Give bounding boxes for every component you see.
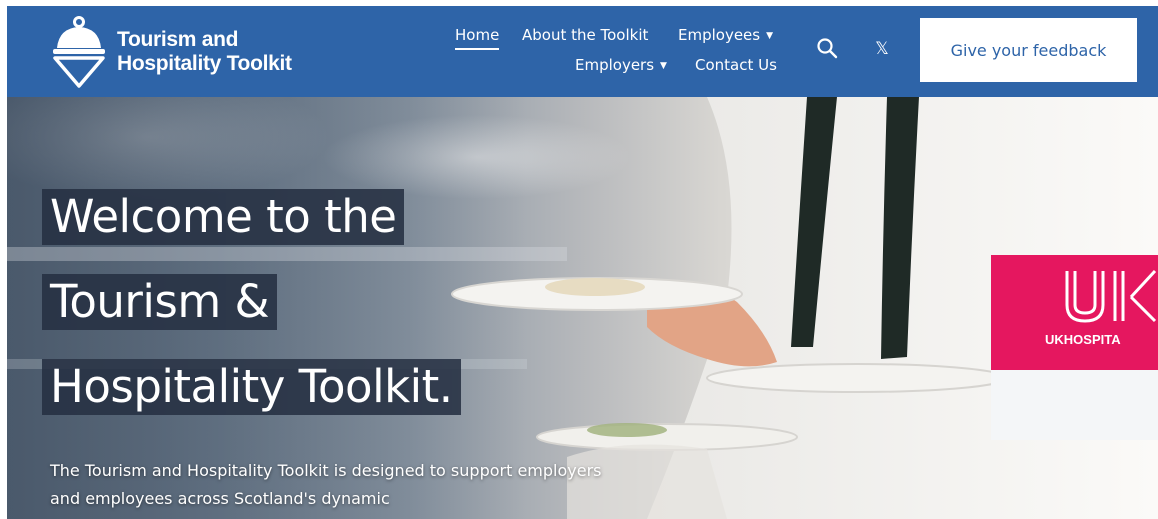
site-logo-link[interactable]: Tourism and Hospitality Toolkit [51, 12, 351, 92]
partner-name: UKHOSPITA [1045, 332, 1121, 347]
headline-line-3: Hospitality Toolkit. [42, 359, 461, 415]
nav-employers[interactable]: Employers ▼ [575, 56, 667, 74]
nav-home[interactable]: Home [455, 26, 500, 50]
main-nav: Home About the Toolkit Employees ▼ Employ… [447, 6, 787, 97]
nav-contact-us[interactable]: Contact Us [695, 56, 777, 74]
search-icon [817, 37, 838, 58]
headline-line-2: Tourism & [42, 274, 278, 330]
give-feedback-button[interactable]: Give your feedback [920, 18, 1137, 82]
partner-card-body [991, 370, 1158, 440]
hero-banner: Welcome to the Tourism & Hospitality Too… [7, 97, 1158, 519]
partner-banner: UKHOSPITA [991, 255, 1158, 370]
x-twitter-icon[interactable]: 𝕏 [869, 37, 895, 63]
search-button[interactable] [814, 36, 840, 62]
hero-intro-text: The Tourism and Hospitality Toolkit is d… [50, 461, 602, 508]
headline-line-1: Welcome to the [42, 189, 405, 245]
site-header: Tourism and Hospitality Toolkit Home Abo… [7, 6, 1158, 97]
nav-employees-label: Employees [678, 26, 761, 44]
logo-text: Tourism and Hospitality Toolkit [117, 28, 292, 76]
logo-line-2: Hospitality Toolkit [117, 52, 292, 75]
nav-about-toolkit[interactable]: About the Toolkit [522, 26, 648, 44]
chevron-down-icon: ▼ [660, 61, 667, 71]
ukhospitality-logo-icon [1065, 269, 1157, 323]
nav-employers-label: Employers [575, 56, 655, 74]
cloche-logo-icon [53, 16, 105, 88]
page: Tourism and Hospitality Toolkit Home Abo… [7, 6, 1158, 519]
logo-line-1: Tourism and [117, 28, 239, 51]
chevron-down-icon: ▼ [766, 31, 774, 41]
nav-employees[interactable]: Employees ▼ [678, 26, 773, 44]
ukhospitality-card[interactable]: UKHOSPITA [991, 255, 1158, 440]
